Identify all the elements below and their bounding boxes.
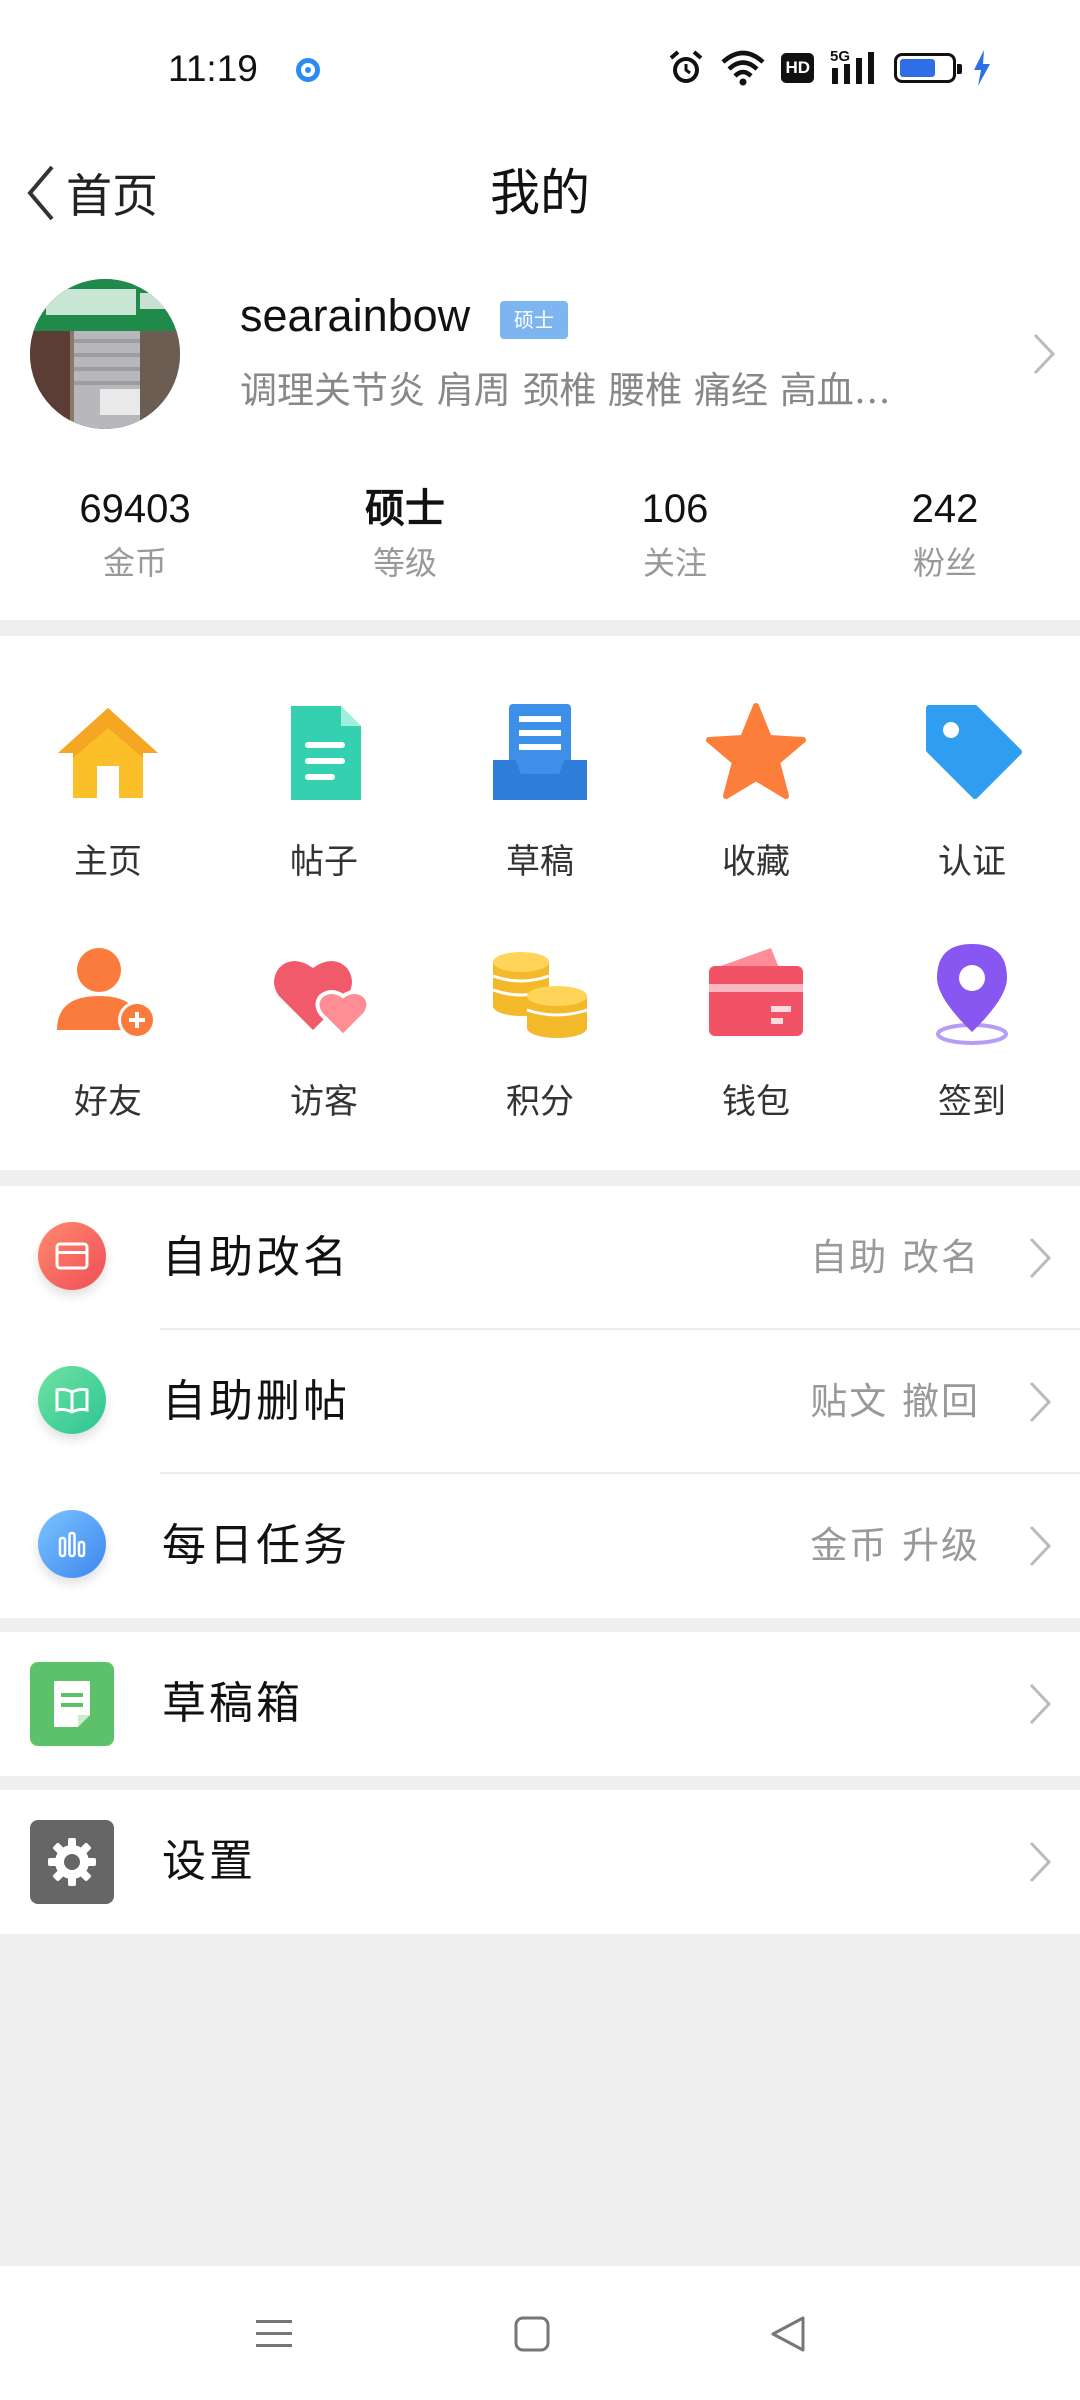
row-label: 每日任务 bbox=[162, 1520, 350, 1571]
battery-icon bbox=[894, 53, 962, 83]
grid-item-verify[interactable]: 认证 bbox=[864, 698, 1080, 883]
triangle-back-icon bbox=[771, 2316, 805, 2352]
stats-row: 69403 金币 硕士 等级 106 关注 242 粉丝 bbox=[0, 484, 1080, 584]
status-bar: 11:19 HD 5G bbox=[0, 0, 1080, 136]
stat-coins[interactable]: 69403 金币 bbox=[0, 484, 270, 584]
profile-section[interactable]: searainbow 硕士 调理关节炎 肩周 颈椎 腰椎 痛经 高血… 6940… bbox=[0, 276, 1080, 620]
wallet-icon bbox=[709, 948, 803, 1036]
grid-label: 认证 bbox=[938, 842, 1006, 882]
notification-dot-icon bbox=[296, 58, 320, 82]
chevron-right-icon bbox=[1029, 1841, 1052, 1883]
settings-group: 设置 bbox=[0, 1790, 1080, 1934]
username: searainbow bbox=[240, 290, 471, 341]
menu-icon bbox=[256, 2320, 292, 2347]
level-badge: 硕士 bbox=[500, 301, 568, 339]
hd-icon: HD bbox=[781, 53, 814, 83]
draft-box-icon bbox=[30, 1662, 114, 1746]
page-title: 我的 bbox=[490, 164, 590, 222]
row-label: 自助改名 bbox=[162, 1232, 350, 1283]
stat-value: 69403 bbox=[79, 487, 191, 531]
header: 首页 我的 bbox=[0, 136, 1080, 276]
row-delete-post[interactable]: 自助删帖 贴文 撤回 bbox=[0, 1330, 1080, 1474]
grid-item-friends[interactable]: 好友 bbox=[0, 938, 216, 1123]
row-daily-tasks[interactable]: 每日任务 金币 升级 bbox=[0, 1474, 1080, 1618]
stat-label: 金币 bbox=[102, 544, 167, 582]
drafts-group: 草稿箱 bbox=[0, 1632, 1080, 1776]
stat-label: 关注 bbox=[642, 544, 707, 582]
chevron-right-icon bbox=[1033, 333, 1056, 375]
tag-icon bbox=[926, 705, 1022, 799]
grid-label: 好友 bbox=[74, 1082, 142, 1122]
grid-label: 收藏 bbox=[722, 842, 790, 882]
grid-item-checkin[interactable]: 签到 bbox=[864, 938, 1080, 1123]
grid-item-posts[interactable]: 帖子 bbox=[216, 698, 432, 883]
coins-icon bbox=[492, 952, 588, 1038]
chevron-right-icon bbox=[1029, 1683, 1052, 1725]
stat-label: 粉丝 bbox=[912, 544, 977, 582]
grid-item-wallet[interactable]: 钱包 bbox=[648, 938, 864, 1123]
stat-value: 106 bbox=[641, 487, 709, 531]
menu-button[interactable] bbox=[244, 2304, 304, 2364]
gear-icon bbox=[30, 1820, 114, 1904]
row-value: 贴文 撤回 bbox=[810, 1380, 980, 1423]
self-service-group: 自助改名 自助 改名 自助删帖 贴文 撤回 每日任务 金币 升级 bbox=[0, 1186, 1080, 1618]
row-rename[interactable]: 自助改名 自助 改名 bbox=[0, 1186, 1080, 1330]
feature-grid: 主页 帖子 草稿 收藏 认证 好友 访客 积分 钱包 签到 bbox=[0, 636, 1080, 1170]
square-icon bbox=[514, 2316, 550, 2352]
book-icon bbox=[38, 1366, 106, 1434]
row-settings[interactable]: 设置 bbox=[0, 1790, 1080, 1934]
signal-icon: 5G bbox=[830, 48, 878, 86]
chevron-right-icon bbox=[1029, 1525, 1052, 1567]
grid-label: 钱包 bbox=[722, 1082, 790, 1122]
grid-item-favorites[interactable]: 收藏 bbox=[648, 698, 864, 883]
chevron-right-icon bbox=[1029, 1237, 1052, 1279]
stat-level[interactable]: 硕士 等级 bbox=[270, 484, 540, 584]
home-icon bbox=[58, 708, 158, 798]
grid-label: 签到 bbox=[938, 1082, 1006, 1122]
bar-chart-icon bbox=[38, 1510, 106, 1578]
hearts-icon bbox=[274, 961, 371, 1039]
grid-item-home[interactable]: 主页 bbox=[0, 698, 216, 883]
add-friend-icon bbox=[57, 948, 156, 1039]
grid-item-visitors[interactable]: 访客 bbox=[216, 938, 432, 1123]
stat-value: 242 bbox=[911, 487, 979, 531]
status-time: 11:19 bbox=[168, 48, 258, 89]
row-value: 自助 改名 bbox=[810, 1236, 980, 1279]
grid-label: 访客 bbox=[290, 1082, 358, 1122]
system-nav-bar bbox=[0, 2266, 1080, 2400]
alarm-icon bbox=[670, 50, 703, 83]
status-icons: HD 5G bbox=[667, 48, 992, 88]
location-pin-icon bbox=[936, 944, 1008, 1045]
card-icon bbox=[38, 1222, 106, 1290]
grid-label: 帖子 bbox=[290, 842, 358, 882]
grid-label: 草稿 bbox=[506, 842, 574, 882]
grid-label: 主页 bbox=[74, 842, 142, 882]
row-drafts[interactable]: 草稿箱 bbox=[0, 1632, 1080, 1776]
stat-fans[interactable]: 242 粉丝 bbox=[810, 484, 1080, 584]
back-nav-button[interactable] bbox=[758, 2304, 818, 2364]
charging-icon bbox=[974, 50, 990, 86]
stat-label: 等级 bbox=[372, 544, 437, 582]
row-value: 金币 升级 bbox=[810, 1524, 980, 1567]
profile-bio: 调理关节炎 肩周 颈椎 腰椎 痛经 高血… bbox=[240, 369, 891, 412]
battery-level bbox=[900, 59, 935, 77]
star-icon bbox=[706, 703, 806, 799]
grid-item-points[interactable]: 积分 bbox=[432, 938, 648, 1123]
home-nav-button[interactable] bbox=[502, 2304, 562, 2364]
draft-tray-icon bbox=[493, 704, 587, 800]
stat-value: 硕士 bbox=[365, 485, 445, 532]
grid-label: 积分 bbox=[506, 1082, 574, 1122]
wifi-icon bbox=[721, 50, 765, 86]
document-icon bbox=[291, 706, 361, 800]
row-label: 自助删帖 bbox=[162, 1376, 350, 1427]
stat-following[interactable]: 106 关注 bbox=[540, 484, 810, 584]
row-label: 设置 bbox=[162, 1836, 256, 1887]
row-label: 草稿箱 bbox=[162, 1678, 303, 1729]
chevron-right-icon bbox=[1029, 1381, 1052, 1423]
avatar[interactable] bbox=[30, 279, 180, 429]
grid-item-drafts[interactable]: 草稿 bbox=[432, 698, 648, 883]
